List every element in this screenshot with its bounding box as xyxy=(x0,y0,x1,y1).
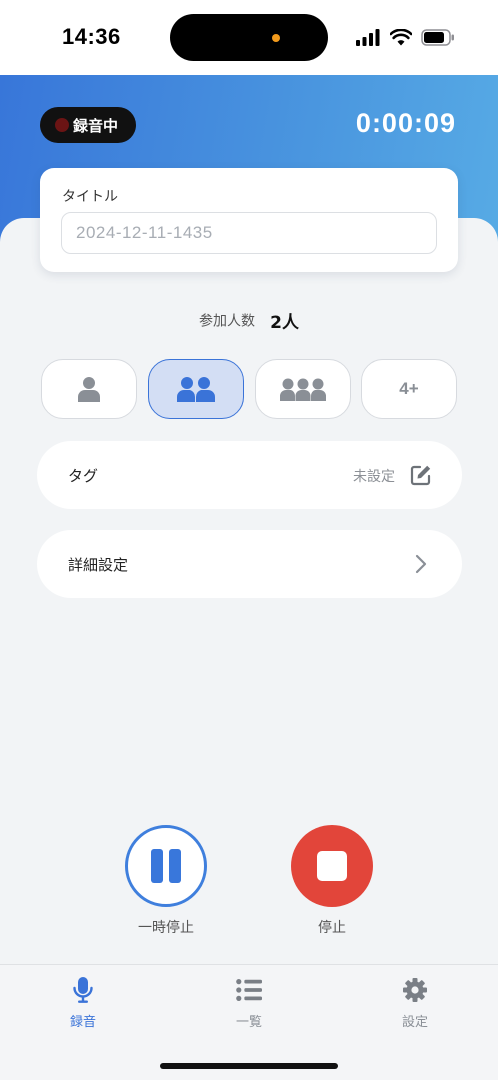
tab-settings[interactable]: 設定 xyxy=(375,977,455,1030)
gear-icon xyxy=(402,977,428,1003)
recording-badge-label: 録音中 xyxy=(73,116,119,135)
pause-icon-bar-left xyxy=(151,849,163,883)
participants-value: 2人 xyxy=(270,313,299,333)
recording-badge: 録音中 xyxy=(40,107,136,143)
mic-indicator-dot xyxy=(272,34,280,42)
home-indicator xyxy=(160,1063,338,1069)
content-sheet xyxy=(0,218,498,1080)
tag-value: 未設定 xyxy=(353,469,395,485)
title-label: タイトル xyxy=(62,189,118,205)
status-icons xyxy=(356,26,455,48)
tag-row[interactable]: タグ 未設定 xyxy=(37,441,462,509)
title-card: タイトル xyxy=(40,168,458,272)
battery-icon xyxy=(421,28,454,46)
signal-icon xyxy=(356,28,380,46)
wifi-icon xyxy=(390,28,412,45)
mic-icon xyxy=(70,977,96,1003)
tab-list-label: 一覧 xyxy=(235,1015,262,1030)
tab-record-label: 録音 xyxy=(69,1015,96,1030)
participants-option-1[interactable] xyxy=(41,359,137,419)
participants-label: 参加人数 xyxy=(199,313,256,330)
pause-label: 一時停止 xyxy=(138,920,194,936)
title-input[interactable] xyxy=(61,212,437,254)
three-people-icon xyxy=(280,378,326,401)
tag-label: タグ xyxy=(68,467,99,485)
participants-count: 参加人数 2人 xyxy=(0,308,498,333)
status-bar: 14:36 xyxy=(0,0,498,75)
participants-option-4-plus-label: 4+ xyxy=(399,379,419,398)
pause-button[interactable] xyxy=(125,825,207,907)
participants-option-4-plus[interactable]: 4+ xyxy=(361,359,457,419)
record-dot-icon xyxy=(55,118,69,132)
stop-icon xyxy=(317,851,347,881)
participants-option-2[interactable] xyxy=(148,359,244,419)
participants-option-3[interactable] xyxy=(255,359,351,419)
tab-record[interactable]: 録音 xyxy=(43,977,123,1030)
dynamic-island xyxy=(170,14,328,61)
status-time: 14:36 xyxy=(62,24,121,49)
edit-icon[interactable] xyxy=(410,464,432,486)
details-settings-label: 詳細設定 xyxy=(68,556,129,574)
recording-timer: 0:00:09 xyxy=(355,108,456,138)
pause-icon-bar-right xyxy=(169,849,181,883)
stop-label: 停止 xyxy=(318,920,346,936)
chevron-right-icon xyxy=(415,554,427,574)
list-icon xyxy=(236,977,262,1003)
tab-settings-label: 設定 xyxy=(401,1015,428,1030)
stop-button[interactable] xyxy=(291,825,373,907)
two-people-icon xyxy=(177,377,215,402)
tab-list[interactable]: 一覧 xyxy=(209,977,289,1030)
person-icon xyxy=(78,377,100,402)
details-settings-row[interactable]: 詳細設定 xyxy=(37,530,462,598)
